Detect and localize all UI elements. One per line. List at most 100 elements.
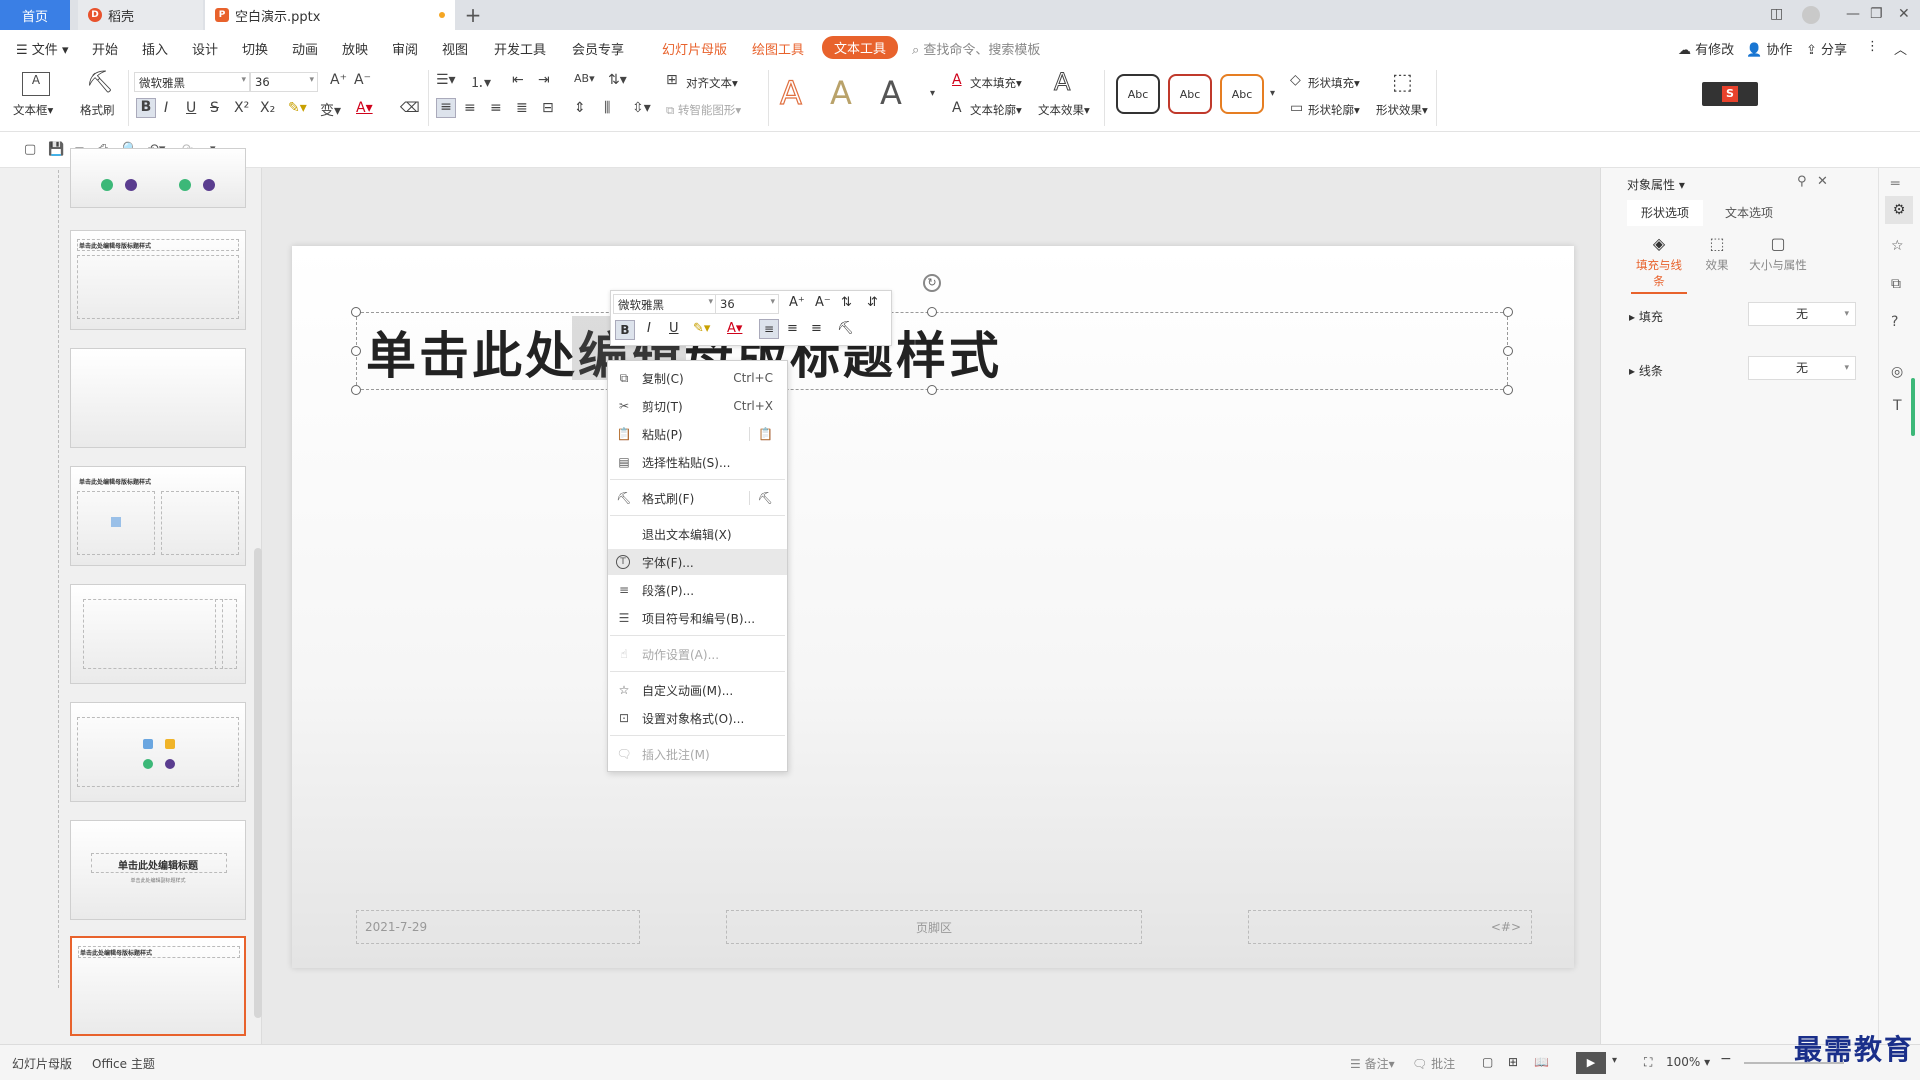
align-text-icon[interactable]: ⊞ bbox=[666, 72, 678, 88]
close-icon[interactable]: ✕ bbox=[1898, 6, 1910, 22]
slide[interactable]: ↻ 单击此处编辑母版标题样式 2021-7-29 页脚区 <#> bbox=[292, 246, 1574, 968]
menu-item-format-brush[interactable]: ⛏ 格式刷(F) ⛏ bbox=[608, 485, 787, 511]
menu-item-paste[interactable]: 📋 粘贴(P) 📋 bbox=[608, 421, 787, 447]
menu-item-bullets-numbering[interactable]: ☰ 项目符号和编号(B)... bbox=[608, 605, 787, 631]
menu-view[interactable]: 视图 bbox=[442, 39, 468, 58]
pin-icon[interactable]: ⚲ bbox=[1797, 174, 1807, 189]
transition-pane-icon[interactable]: ⧉ bbox=[1891, 276, 1901, 292]
notes-toggle[interactable]: ☰ 备注▾ bbox=[1350, 1055, 1395, 1072]
distribute-icon[interactable]: ⊟ bbox=[542, 100, 554, 116]
thumbnail-slide-4[interactable]: 单击此处编辑母版标题样式 bbox=[70, 466, 246, 566]
resize-handle[interactable] bbox=[351, 346, 361, 356]
grow-font-icon[interactable]: A⁺ bbox=[330, 72, 347, 88]
ime-widget[interactable]: S bbox=[1702, 82, 1758, 106]
text-style-outline-orange[interactable]: A bbox=[779, 73, 802, 112]
mini-font-color-icon[interactable]: A▾ bbox=[727, 321, 742, 336]
textbox-icon[interactable]: A bbox=[22, 72, 50, 96]
command-search[interactable]: ⌕ 查找命令、搜索模板 bbox=[912, 39, 1040, 58]
format-brush-side-icon[interactable]: ⛏ bbox=[748, 491, 773, 505]
numbering-icon[interactable]: ⒈▾ bbox=[470, 72, 491, 92]
menu-drawing-tools[interactable]: 绘图工具 bbox=[752, 39, 804, 58]
normal-view-icon[interactable]: ▢ bbox=[1482, 1055, 1493, 1069]
collapse-icon[interactable]: ═ bbox=[1891, 176, 1899, 192]
text-effect-icon[interactable]: A bbox=[1053, 68, 1070, 97]
text-style-gold[interactable]: A bbox=[830, 74, 852, 112]
shape-outline-button[interactable]: 形状轮廓▾ bbox=[1308, 102, 1360, 118]
subscript-icon[interactable]: X₂ bbox=[260, 100, 275, 116]
mini-shrink-font-icon[interactable]: A⁻ bbox=[815, 295, 831, 310]
tab-shape-options[interactable]: 形状选项 bbox=[1627, 200, 1703, 226]
text-effect-button[interactable]: 文本效果▾ bbox=[1038, 102, 1090, 118]
mini-align-left-icon[interactable]: ≡ bbox=[759, 319, 779, 339]
mini-para-spacing-icon[interactable]: ⇵ bbox=[867, 295, 878, 310]
fill-section[interactable]: ▸ 填充 bbox=[1629, 308, 1663, 325]
align-center-icon[interactable]: ≡ bbox=[464, 100, 476, 116]
text-fill-button[interactable]: 文本填充▾ bbox=[970, 75, 1022, 91]
shape-outline-icon[interactable]: ▭ bbox=[1290, 100, 1303, 116]
menu-transition[interactable]: 切换 bbox=[242, 39, 268, 58]
tab-text-options[interactable]: 文本选项 bbox=[1711, 200, 1787, 226]
shape-effect-icon[interactable]: ⬚ bbox=[1392, 70, 1413, 95]
document-tab[interactable]: P 空白演示.pptx bbox=[205, 0, 455, 30]
menu-item-custom-animation[interactable]: ☆ 自定义动画(M)... bbox=[608, 677, 787, 703]
restore-icon[interactable]: ❐ bbox=[1870, 6, 1883, 22]
menu-member[interactable]: 会员专享 bbox=[572, 39, 624, 58]
menu-item-insert-comment[interactable]: 🗨 插入批注(M) bbox=[608, 741, 787, 767]
clear-format-icon[interactable]: ⌫ bbox=[400, 100, 420, 116]
thumbnail-slide-5[interactable] bbox=[70, 584, 246, 684]
textbox-button[interactable]: 文本框▾ bbox=[13, 102, 53, 118]
save-icon[interactable]: 💾 bbox=[48, 142, 64, 157]
shape-style-more-icon[interactable]: ▾ bbox=[1270, 88, 1275, 99]
italic-icon[interactable]: I bbox=[164, 100, 168, 116]
fit-window-icon[interactable]: ⛶ bbox=[1644, 1055, 1652, 1070]
smart-shape-button[interactable]: ⧉ 转智能图形▾ bbox=[666, 102, 741, 118]
slideshow-options-icon[interactable]: ▾ bbox=[1612, 1055, 1617, 1066]
resize-handle[interactable] bbox=[1503, 346, 1513, 356]
increase-indent-icon[interactable]: ⇥ bbox=[538, 72, 550, 88]
help-icon[interactable]: ? bbox=[1891, 314, 1898, 330]
menu-slideshow[interactable]: 放映 bbox=[342, 39, 368, 58]
line-section[interactable]: ▸ 线条 bbox=[1629, 362, 1663, 379]
file-menu[interactable]: ☰ 文件 ▾ bbox=[16, 39, 68, 58]
comments-toggle[interactable]: 🗨 批注 bbox=[1412, 1055, 1455, 1072]
resize-handle[interactable] bbox=[351, 307, 361, 317]
text-direction-icon[interactable]: AB▾ bbox=[574, 72, 595, 85]
line-spacing-options-icon[interactable]: ⇳▾ bbox=[632, 100, 651, 116]
justify-icon[interactable]: ≣ bbox=[516, 100, 528, 116]
menu-design[interactable]: 设计 bbox=[192, 39, 218, 58]
align-left-icon[interactable]: ≡ bbox=[436, 98, 456, 118]
play-slideshow-button[interactable]: ▶ bbox=[1576, 1052, 1606, 1074]
thumbnail-slide-6[interactable] bbox=[70, 702, 246, 802]
text-style-gray[interactable]: A bbox=[880, 74, 902, 112]
more-icon[interactable]: ⋮ bbox=[1866, 39, 1879, 54]
home-tab[interactable]: 首页 bbox=[0, 0, 70, 30]
rotate-handle-icon[interactable]: ↻ bbox=[923, 274, 941, 292]
shape-style-black[interactable]: Abc bbox=[1116, 74, 1160, 114]
zoom-out-icon[interactable]: − bbox=[1720, 1051, 1732, 1067]
shape-fill-button[interactable]: 形状填充▾ bbox=[1308, 75, 1360, 91]
right-scroll-indicator[interactable] bbox=[1911, 378, 1915, 436]
font-color-icon[interactable]: A▾ bbox=[356, 100, 373, 116]
underline-icon[interactable]: U bbox=[186, 100, 196, 116]
menu-developer[interactable]: 开发工具 bbox=[494, 39, 546, 58]
animation-pane-icon[interactable]: ☆ bbox=[1891, 238, 1904, 254]
mini-font-select[interactable]: 微软雅黑 bbox=[613, 294, 717, 314]
format-brush-label[interactable]: 格式刷 bbox=[80, 102, 115, 118]
highlight-icon[interactable]: ✎▾ bbox=[288, 100, 307, 116]
menu-item-copy[interactable]: ⧉ 复制(C) Ctrl+C bbox=[608, 365, 787, 391]
avatar[interactable] bbox=[1802, 6, 1820, 24]
menu-review[interactable]: 审阅 bbox=[392, 39, 418, 58]
resize-handle[interactable] bbox=[1503, 385, 1513, 395]
share-button[interactable]: ⇪ 分享 bbox=[1806, 39, 1847, 58]
menu-item-cut[interactable]: ✂ 剪切(T) Ctrl+X bbox=[608, 393, 787, 419]
shrink-font-icon[interactable]: A⁻ bbox=[354, 72, 371, 88]
bold-icon[interactable]: B bbox=[136, 98, 156, 118]
mini-line-spacing-icon[interactable]: ⇅ bbox=[841, 295, 852, 310]
menu-text-tools[interactable]: 文本工具 bbox=[822, 36, 899, 59]
phonetic-icon[interactable]: 变▾ bbox=[320, 100, 341, 120]
text-style-more-icon[interactable]: ▾ bbox=[930, 88, 935, 99]
paste-options-icon[interactable]: 📋 bbox=[749, 427, 773, 441]
mini-italic-icon[interactable]: I bbox=[647, 321, 651, 336]
menu-item-font[interactable]: T 字体(F)... bbox=[608, 549, 787, 575]
text-fill-icon[interactable]: A bbox=[952, 72, 962, 88]
